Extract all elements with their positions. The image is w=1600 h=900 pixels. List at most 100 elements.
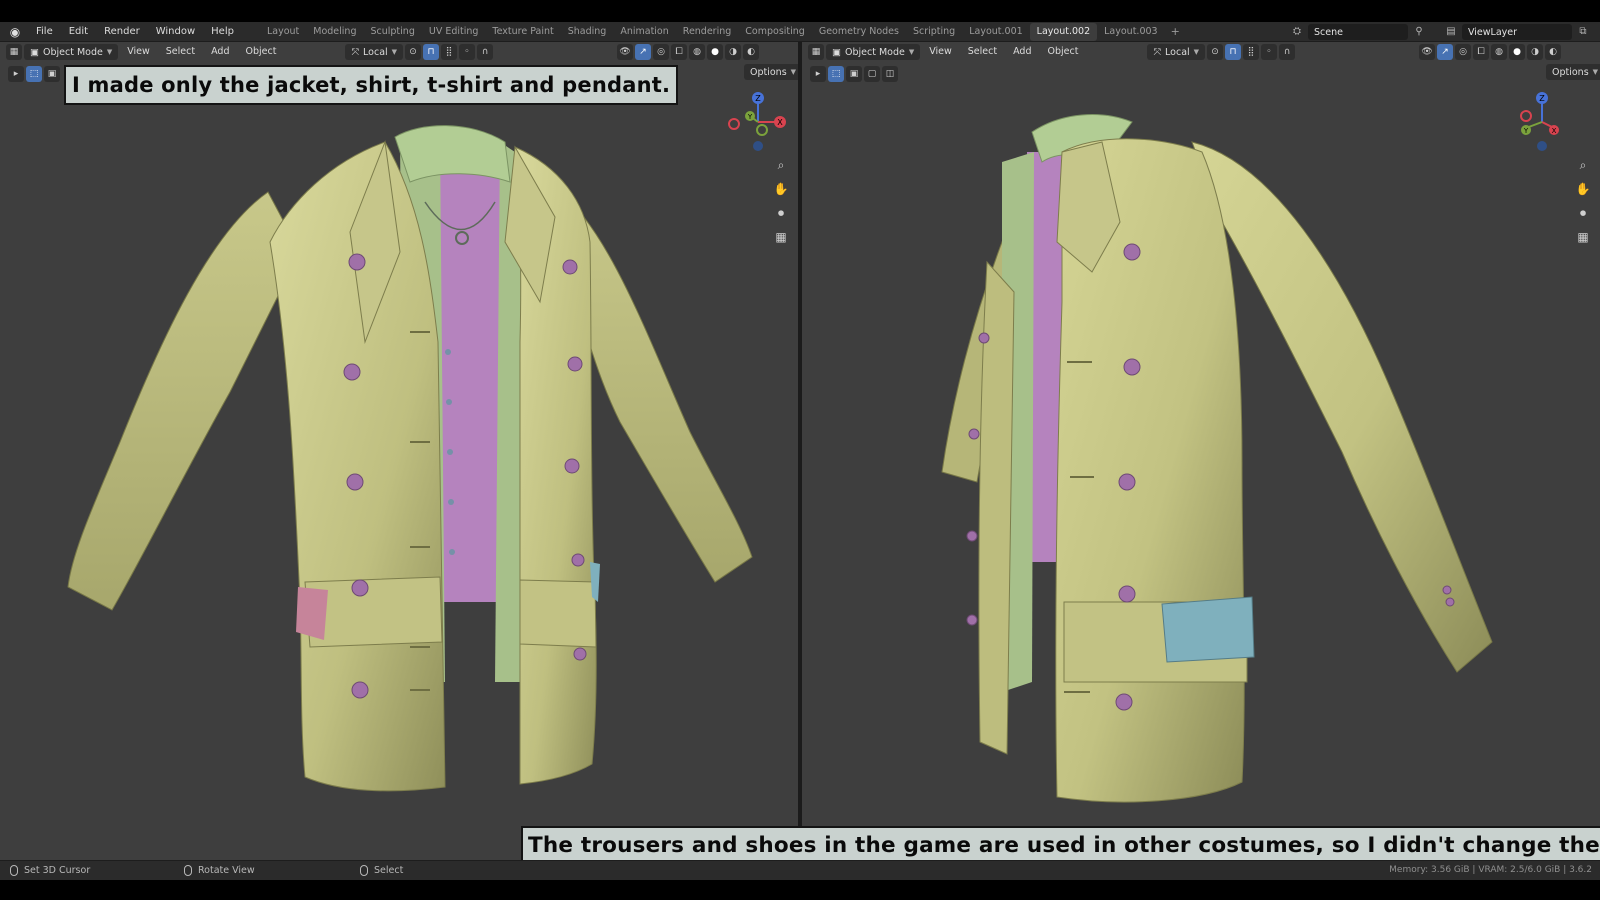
- tab-animation[interactable]: Animation: [613, 23, 675, 41]
- menu-window[interactable]: Window: [148, 22, 203, 42]
- status-left-action: Set 3D Cursor: [24, 865, 91, 876]
- zoom-icon[interactable]: ⌕: [770, 154, 792, 176]
- menu-object[interactable]: Object: [1040, 44, 1085, 60]
- perspective-grid-icon[interactable]: ▦: [1572, 226, 1594, 248]
- tab-compositing[interactable]: Compositing: [738, 23, 812, 41]
- xray-icon[interactable]: ⧠: [1473, 44, 1490, 60]
- mode-selector[interactable]: ▣ Object Mode ▼: [24, 44, 119, 60]
- camera-icon[interactable]: ⏺: [770, 202, 792, 224]
- proportional-edit-icon[interactable]: ◦: [1261, 44, 1278, 60]
- tab-scripting[interactable]: Scripting: [906, 23, 962, 41]
- rendered-shading-icon[interactable]: ◐: [1545, 44, 1562, 60]
- editor-type-icon[interactable]: ▦: [6, 44, 22, 60]
- select-subtract-icon[interactable]: ▢: [864, 66, 880, 82]
- mode-selector[interactable]: ▣ Object Mode ▼: [826, 44, 921, 60]
- menu-render[interactable]: Render: [96, 22, 148, 42]
- proportional-edit-icon[interactable]: ◦: [459, 44, 476, 60]
- menu-add[interactable]: Add: [1006, 44, 1038, 60]
- mouse-middle-icon: [184, 865, 192, 876]
- solid-shading-icon[interactable]: ●: [1509, 44, 1526, 60]
- view-layer-field[interactable]: ViewLayer: [1462, 24, 1572, 40]
- pan-hand-icon[interactable]: ✋: [1572, 178, 1594, 200]
- pivot-icon[interactable]: ⊙: [405, 44, 422, 60]
- x-axis-label: X: [1552, 127, 1557, 135]
- perspective-grid-icon[interactable]: ▦: [770, 226, 792, 248]
- chevron-down-icon: ▼: [790, 68, 797, 76]
- rendered-shading-icon[interactable]: ◐: [743, 44, 760, 60]
- select-tool-icon[interactable]: ▸: [810, 66, 826, 82]
- scene-selector: ⛭ Scene ⚲: [1290, 24, 1430, 40]
- falloff-icon[interactable]: ∩: [477, 44, 494, 60]
- tab-layout-003[interactable]: Layout.003: [1097, 23, 1164, 41]
- tab-layout[interactable]: Layout: [260, 23, 306, 41]
- menu-view[interactable]: View: [120, 44, 157, 60]
- main-menu: File Edit Render Window Help: [28, 22, 242, 42]
- object-mode-icon: ▣: [832, 46, 841, 58]
- new-view-layer-icon[interactable]: ⧉: [1576, 25, 1590, 39]
- transform-orientation[interactable]: ⤧ Local ▼: [1147, 44, 1206, 60]
- options-button-left[interactable]: Options ▼: [744, 64, 798, 80]
- zoom-icon[interactable]: ⌕: [1572, 154, 1594, 176]
- menu-view[interactable]: View: [922, 44, 959, 60]
- menu-edit[interactable]: Edit: [61, 22, 96, 42]
- snap-target-icon[interactable]: ⣿: [441, 44, 458, 60]
- viewport-left[interactable]: ▦ ▣ Object Mode ▼ View Select Add Object ⤧…: [0, 42, 798, 860]
- tab-modeling[interactable]: Modeling: [306, 23, 363, 41]
- select-extend-icon[interactable]: ▣: [846, 66, 862, 82]
- menu-object[interactable]: Object: [238, 44, 283, 60]
- menu-add[interactable]: Add: [204, 44, 236, 60]
- scene-icon[interactable]: ⛭: [1290, 25, 1304, 39]
- tab-shading[interactable]: Shading: [561, 23, 614, 41]
- menu-help[interactable]: Help: [203, 22, 242, 42]
- tab-sculpting[interactable]: Sculpting: [363, 23, 421, 41]
- menu-select[interactable]: Select: [961, 44, 1004, 60]
- camera-icon[interactable]: ⏺: [1572, 202, 1594, 224]
- select-tool-icon[interactable]: ▸: [8, 66, 24, 82]
- navigation-gizmo-right[interactable]: Z X Y: [1510, 88, 1574, 158]
- select-box-icon[interactable]: ⬚: [828, 66, 844, 82]
- transform-orientation[interactable]: ⤧ Local ▼: [345, 44, 404, 60]
- material-shading-icon[interactable]: ◑: [725, 44, 742, 60]
- tab-uv-editing[interactable]: UV Editing: [422, 23, 486, 41]
- tab-rendering[interactable]: Rendering: [676, 23, 739, 41]
- pocket-flap-left: [296, 587, 328, 640]
- material-shading-icon[interactable]: ◑: [1527, 44, 1544, 60]
- select-box-icon[interactable]: ⬚: [26, 66, 42, 82]
- gizmo-toggle-icon[interactable]: ↗: [1437, 44, 1454, 60]
- xray-icon[interactable]: ⧠: [671, 44, 688, 60]
- select-intersect-icon[interactable]: ◫: [882, 66, 898, 82]
- navigation-gizmo-left[interactable]: Z X Y: [726, 88, 790, 158]
- visibility-icon[interactable]: 👁: [617, 44, 634, 60]
- snap-icon[interactable]: ⊓: [1225, 44, 1242, 60]
- gizmo-toggle-icon[interactable]: ↗: [635, 44, 652, 60]
- viewport-right[interactable]: ▦ ▣ Object Mode ▼ View Select Add Object ⤧…: [802, 42, 1600, 860]
- snap-target-icon[interactable]: ⣿: [1243, 44, 1260, 60]
- pivot-icon[interactable]: ⊙: [1207, 44, 1224, 60]
- menu-file[interactable]: File: [28, 22, 61, 42]
- pocket-flap: [1161, 596, 1255, 663]
- snap-icon[interactable]: ⊓: [423, 44, 440, 60]
- options-button-right[interactable]: Options ▼: [1546, 64, 1600, 80]
- tab-geometry-nodes[interactable]: Geometry Nodes: [812, 23, 906, 41]
- select-extend-icon[interactable]: ▣: [44, 66, 60, 82]
- blender-logo-icon[interactable]: ◉: [8, 25, 22, 39]
- pin-icon[interactable]: ⚲: [1412, 25, 1426, 39]
- scene-field[interactable]: Scene: [1308, 24, 1408, 40]
- status-left-click: Set 3D Cursor: [10, 865, 90, 876]
- wireframe-shading-icon[interactable]: ◍: [1491, 44, 1508, 60]
- falloff-icon[interactable]: ∩: [1279, 44, 1296, 60]
- tab-layout-002[interactable]: Layout.002: [1029, 22, 1098, 41]
- editor-type-icon[interactable]: ▦: [808, 44, 824, 60]
- solid-shading-icon[interactable]: ●: [707, 44, 724, 60]
- wireframe-shading-icon[interactable]: ◍: [689, 44, 706, 60]
- add-workspace-button[interactable]: +: [1165, 23, 1186, 41]
- view-layer-icon[interactable]: ▤: [1444, 25, 1458, 39]
- tab-layout-001[interactable]: Layout.001: [962, 23, 1029, 41]
- tab-texture-paint[interactable]: Texture Paint: [485, 23, 560, 41]
- pan-hand-icon[interactable]: ✋: [770, 178, 792, 200]
- overlay-icon[interactable]: ◎: [653, 44, 670, 60]
- visibility-icon[interactable]: 👁: [1419, 44, 1436, 60]
- overlay-icon[interactable]: ◎: [1455, 44, 1472, 60]
- y-axis-label: Y: [1523, 127, 1529, 135]
- menu-select[interactable]: Select: [159, 44, 202, 60]
